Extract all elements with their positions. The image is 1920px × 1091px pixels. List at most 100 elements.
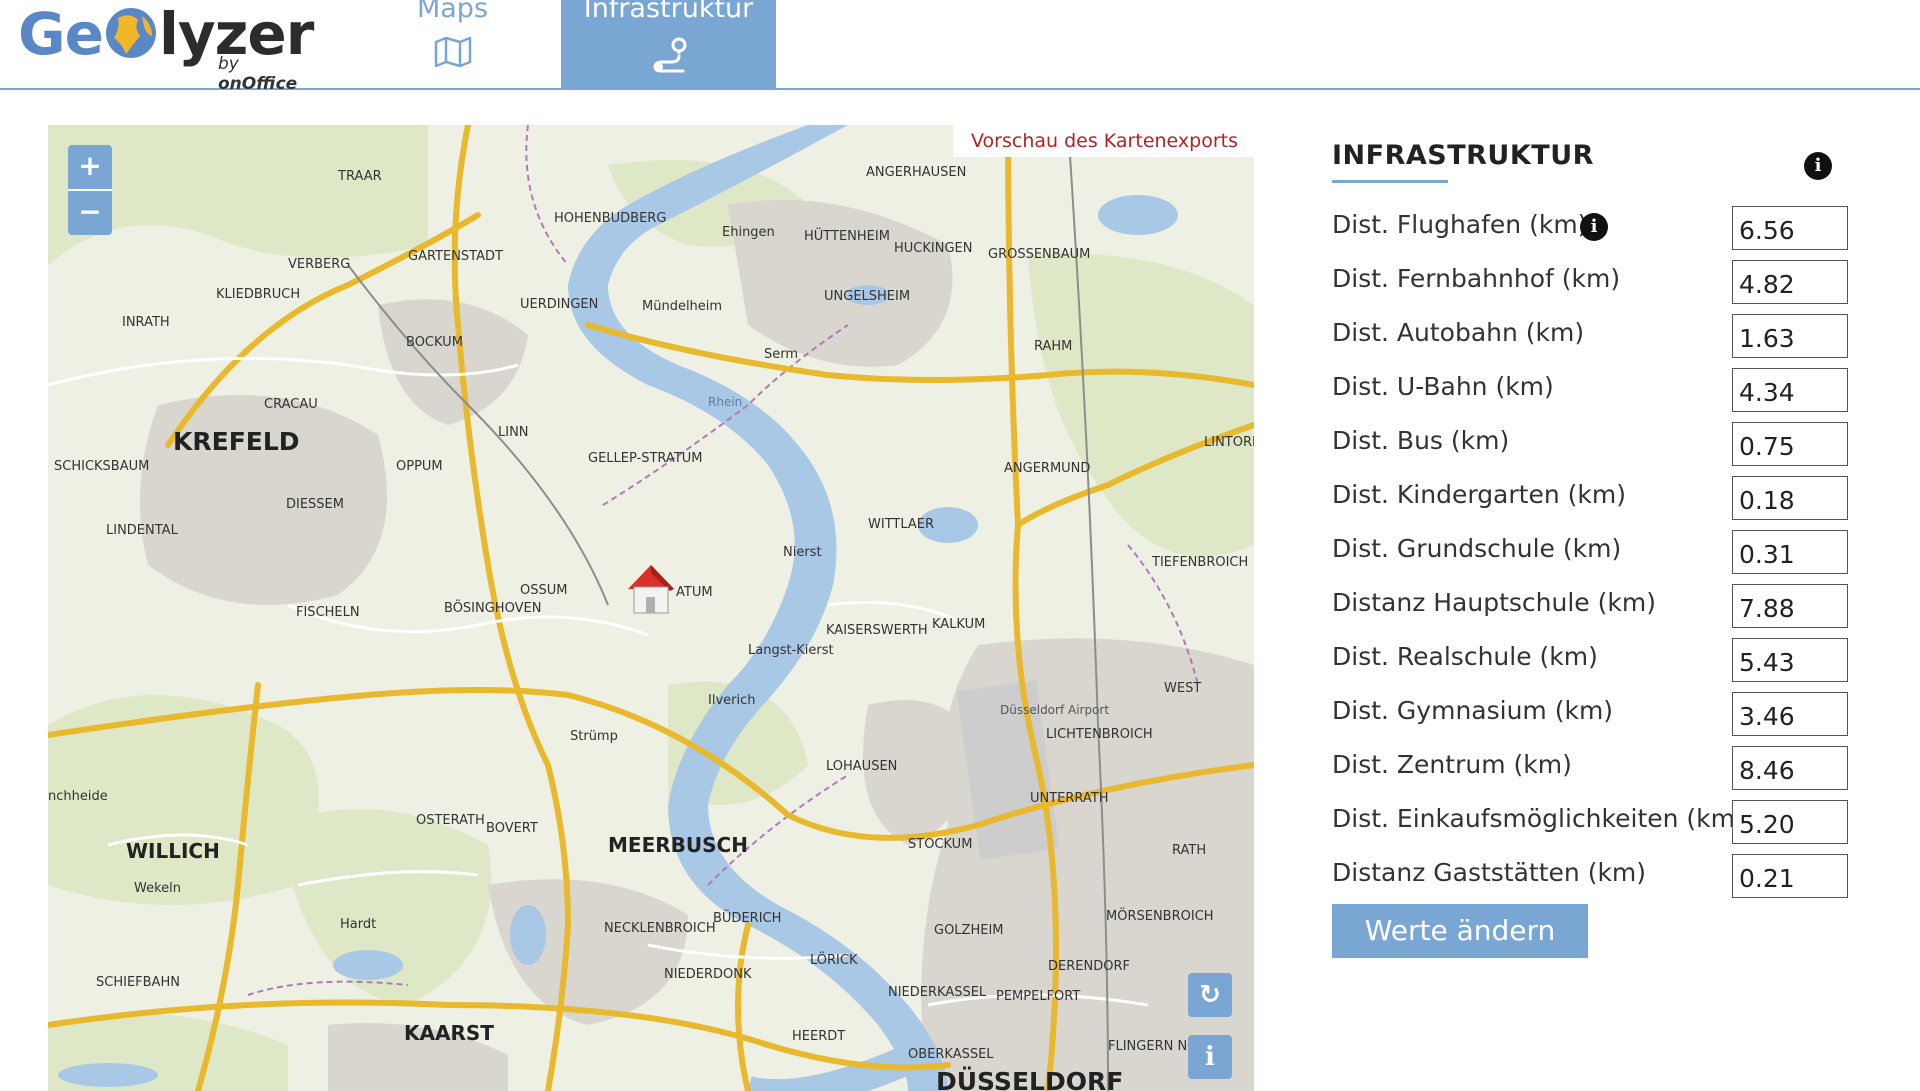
place-boesinghoven: BÖSINGHOVEN (444, 601, 542, 616)
distance-input[interactable] (1732, 692, 1848, 736)
place-struemp: Strümp (570, 729, 618, 744)
distance-input[interactable] (1732, 854, 1848, 898)
place-inrath: INRATH (122, 315, 170, 330)
distance-label: Dist. Bus (km) (1332, 426, 1510, 455)
distance-row: Dist. Gymnasium (km) (1332, 692, 1872, 740)
place-oberkassel: OBERKASSEL (908, 1047, 994, 1062)
place-tiefenbroich: TIEFENBROICH (1152, 555, 1249, 570)
reset-icon: ↻ (1199, 980, 1221, 1010)
globe-icon (105, 8, 156, 58)
place-verberg: VERBERG (288, 257, 351, 272)
panel-title-underline (1332, 180, 1448, 183)
distance-row: Dist. U-Bahn (km) (1332, 368, 1872, 416)
distance-input[interactable] (1732, 746, 1848, 790)
place-schiefbahn: SCHIEFBAHN (96, 975, 180, 990)
place-ungelsheim: UNGELSHEIM (824, 289, 911, 304)
map-info-button[interactable]: i (1188, 1035, 1232, 1079)
place-lichtenbroich: LICHTENBROICH (1046, 727, 1153, 742)
distance-label: Dist. Gymnasium (km) (1332, 696, 1614, 725)
distance-input[interactable] (1732, 260, 1848, 304)
distance-input[interactable] (1732, 476, 1848, 520)
logo-part-ge: Ge (18, 0, 104, 68)
byline-brand: onOffice (218, 74, 298, 94)
distance-input[interactable] (1732, 530, 1848, 574)
tab-infrastruktur[interactable]: Infrastruktur (561, 0, 776, 88)
place-kaiserswerth: KAISERSWERTH (826, 623, 928, 638)
place-lindental: LINDENTAL (106, 523, 178, 538)
distance-label: Dist. Flughafen (km) (1332, 210, 1588, 239)
distance-row: Dist. Zentrum (km) (1332, 746, 1872, 794)
place-osterath: OSTERATH (416, 813, 485, 828)
place-schicksbaum: SCHICKSBAUM (54, 459, 150, 474)
distance-input[interactable] (1732, 638, 1848, 682)
place-nierst: Nierst (783, 545, 822, 560)
place-grossenbaum: GROSSENBAUM (988, 247, 1091, 262)
distance-input[interactable] (1732, 584, 1848, 628)
place-muendelheim: Mündelheim (642, 299, 723, 314)
property-house-icon[interactable] (624, 561, 678, 617)
logo-byline: by onOffice (218, 54, 318, 94)
tab-maps-label: Maps (416, 0, 489, 24)
zoom-out-button[interactable]: − (68, 191, 112, 235)
place-linn: LINN (498, 425, 529, 440)
distance-label: Dist. Autobahn (km) (1332, 318, 1585, 347)
place-nchheide: nchheide (48, 789, 108, 804)
place-ossum: OSSUM (520, 583, 568, 598)
distance-input[interactable] (1732, 800, 1848, 844)
panel-info-icon[interactable]: i (1804, 152, 1832, 180)
place-golzheim: GOLZHEIM (934, 923, 1004, 938)
place-huckingen: HUCKINGEN (894, 241, 973, 256)
place-ehingen: Ehingen (722, 225, 775, 240)
change-values-button[interactable]: Werte ändern (1332, 904, 1588, 958)
place-niederdonk: NIEDERDONK (664, 967, 752, 982)
place-unterrath: UNTERRATH (1030, 791, 1109, 806)
distance-row: Distanz Gaststätten (km) (1332, 854, 1872, 902)
byline-prefix: by (218, 54, 239, 74)
zoom-control: + − (68, 145, 112, 235)
distance-input[interactable] (1732, 422, 1848, 466)
distance-row: Dist. Flughafen (km) i (1332, 206, 1872, 254)
distance-input[interactable] (1732, 314, 1848, 358)
place-kalkum: KALKUM (932, 617, 986, 632)
tab-maps[interactable]: Maps (345, 0, 560, 88)
place-meerbusch: MEERBUSCH (608, 833, 748, 857)
place-krefeld: KREFELD (173, 427, 300, 456)
place-traar: TRAAR (338, 169, 382, 184)
place-gellep-stratum: GELLEP-STRATUM (588, 451, 703, 466)
place-rhein-label: Rhein (708, 395, 743, 409)
distance-input[interactable] (1732, 206, 1848, 250)
place-west: WEST (1164, 681, 1202, 696)
place-hohenbudberg: HOHENBUDBERG (554, 211, 667, 226)
map-icon (434, 36, 471, 68)
flughafen-info-icon[interactable]: i (1580, 213, 1608, 241)
place-langst-kierst: Langst-Kierst (748, 643, 834, 658)
zoom-in-button[interactable]: + (68, 145, 112, 189)
info-icon: i (1205, 1042, 1215, 1072)
place-wittlaer: WITTLAER (868, 517, 935, 532)
place-stockum: STOCKUM (908, 837, 973, 852)
distance-label: Dist. Einkaufsmöglichkeiten (km) (1332, 804, 1745, 833)
distance-row: Dist. Autobahn (km) (1332, 314, 1872, 362)
place-diessem: DIESSEM (286, 497, 344, 512)
distance-label: Dist. Zentrum (km) (1332, 750, 1572, 779)
place-uerdingen: UERDINGEN (520, 297, 599, 312)
place-angermund: ANGERMUND (1004, 461, 1091, 476)
distance-label: Dist. Kindergarten (km) (1332, 480, 1626, 509)
reset-view-button[interactable]: ↻ (1188, 973, 1232, 1017)
distance-input[interactable] (1732, 368, 1848, 412)
place-necklenbroich: NECKLENBROICH (604, 921, 716, 936)
place-loerick: LÖRICK (810, 953, 858, 968)
place-derendorf: DERENDORF (1048, 959, 1130, 974)
distance-label: Distanz Hauptschule (km) (1332, 588, 1656, 617)
map-preview[interactable]: KREFELD MEERBUSCH WILLICH KAARST DÜSSELD… (48, 125, 1254, 1091)
place-niederkassel: NIEDERKASSEL (888, 985, 987, 1000)
place-lohausen: LOHAUSEN (826, 759, 898, 774)
place-airport: Düsseldorf Airport (1000, 703, 1110, 717)
place-gartenstadt: GARTENSTADT (408, 249, 503, 264)
place-pempelfort: PEMPELFORT (996, 989, 1081, 1004)
geolyzer-logo[interactable]: Ge lyzer by onOffice (18, 0, 318, 94)
distance-row: Dist. Bus (km) (1332, 422, 1872, 470)
place-ilverich: Ilverich (708, 693, 756, 708)
place-duesseldorf: DÜSSELDORF (936, 1067, 1124, 1091)
place-fischeln: FISCHELN (296, 605, 360, 620)
